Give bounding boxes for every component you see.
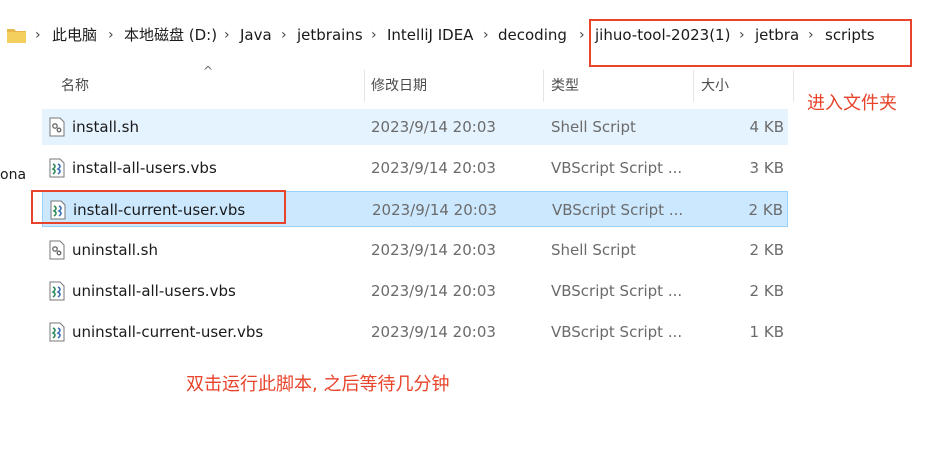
file-type: Shell Script: [551, 118, 636, 136]
file-size: 2 KB: [748, 201, 783, 219]
file-name: install.sh: [72, 118, 139, 136]
sidebar-item-fragment[interactable]: ona: [0, 167, 26, 183]
vbscript-file-icon: [49, 281, 65, 301]
breadcrumb-item-this-pc[interactable]: 此电脑: [52, 25, 97, 45]
column-header-size[interactable]: 大小: [701, 76, 729, 96]
file-date: 2023/9/14 20:03: [371, 282, 496, 300]
shell-script-file-icon: [49, 117, 65, 137]
annotation-highlight-file: [31, 190, 286, 224]
shell-script-file-icon: [49, 240, 65, 260]
file-type: VBScript Script ...: [551, 323, 683, 341]
file-name: uninstall-current-user.vbs: [72, 323, 264, 341]
column-header-modified[interactable]: 修改日期: [371, 76, 427, 96]
annotation-highlight-breadcrumb: [589, 19, 912, 67]
chevron-right-icon[interactable]: ›: [224, 25, 230, 45]
vbscript-file-icon: [49, 158, 65, 178]
vbscript-file-icon: [49, 322, 65, 342]
chevron-right-icon[interactable]: ›: [35, 25, 41, 45]
file-date: 2023/9/14 20:03: [371, 241, 496, 259]
folder-icon: [7, 29, 26, 43]
column-divider[interactable]: [364, 70, 365, 102]
column-divider[interactable]: [793, 70, 794, 102]
file-row-uninstall-sh[interactable]: uninstall.sh 2023/9/14 20:03 Shell Scrip…: [42, 232, 788, 268]
file-date: 2023/9/14 20:03: [371, 323, 496, 341]
file-date: 2023/9/14 20:03: [371, 118, 496, 136]
chevron-right-icon[interactable]: ›: [108, 25, 114, 45]
annotation-enter-folder: 进入文件夹: [807, 93, 897, 114]
file-type: VBScript Script ...: [551, 282, 683, 300]
file-name: uninstall-all-users.vbs: [72, 282, 236, 300]
file-size: 4 KB: [749, 118, 784, 136]
file-size: 1 KB: [749, 323, 784, 341]
chevron-right-icon[interactable]: ›: [579, 25, 585, 45]
chevron-right-icon[interactable]: ›: [281, 25, 287, 45]
file-type: VBScript Script ...: [551, 159, 683, 177]
file-type: VBScript Script ...: [552, 201, 684, 219]
breadcrumb-item-jetbrains[interactable]: jetbrains: [297, 25, 363, 45]
file-size: 2 KB: [749, 282, 784, 300]
file-date: 2023/9/14 20:03: [372, 201, 497, 219]
sort-ascending-icon: ^: [203, 64, 214, 78]
breadcrumb-item-intellij-idea[interactable]: IntelliJ IDEA: [387, 25, 473, 45]
breadcrumb-item-decoding[interactable]: decoding: [498, 25, 567, 45]
chevron-right-icon[interactable]: ›: [483, 25, 489, 45]
column-divider[interactable]: [693, 70, 694, 102]
chevron-right-icon[interactable]: ›: [371, 25, 377, 45]
column-divider[interactable]: [543, 70, 544, 102]
breadcrumb-item-java[interactable]: Java: [240, 25, 272, 45]
breadcrumb-item-drive-d[interactable]: 本地磁盘 (D:): [124, 25, 217, 45]
column-header-name[interactable]: 名称: [61, 76, 89, 96]
file-type: Shell Script: [551, 241, 636, 259]
file-name: uninstall.sh: [72, 241, 159, 259]
column-header-type[interactable]: 类型: [551, 76, 579, 96]
file-date: 2023/9/14 20:03: [371, 159, 496, 177]
file-row-install-sh[interactable]: install.sh 2023/9/14 20:03 Shell Script …: [42, 109, 788, 145]
file-row-uninstall-current-user[interactable]: uninstall-current-user.vbs 2023/9/14 20:…: [42, 314, 788, 350]
file-size: 2 KB: [749, 241, 784, 259]
annotation-run-script: 双击运行此脚本, 之后等待几分钟: [186, 374, 450, 395]
file-row-uninstall-all-users[interactable]: uninstall-all-users.vbs 2023/9/14 20:03 …: [42, 273, 788, 309]
file-name: install-all-users.vbs: [72, 159, 217, 177]
file-size: 3 KB: [749, 159, 784, 177]
file-row-install-all-users[interactable]: install-all-users.vbs 2023/9/14 20:03 VB…: [42, 150, 788, 186]
